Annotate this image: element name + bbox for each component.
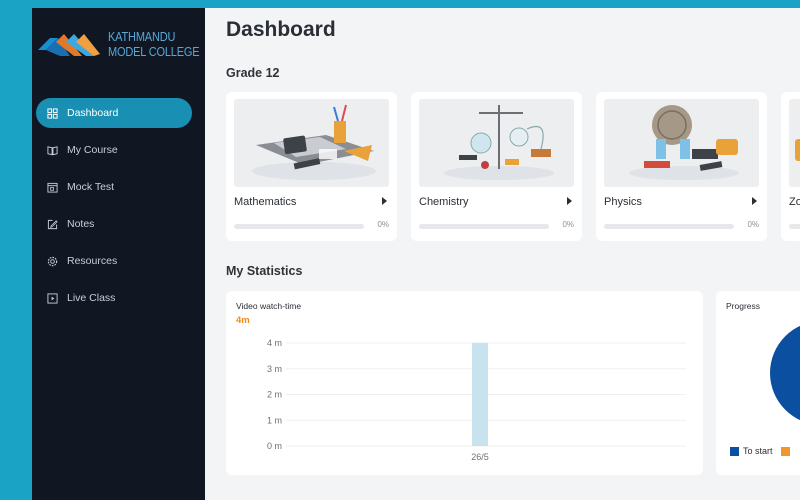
- main-content: Dashboard Grade 12 Mathematics 0% Chemis…: [205, 8, 800, 500]
- progress-pie-chart: [770, 325, 800, 421]
- bar[interactable]: [472, 343, 488, 446]
- sidebar-item-label: Dashboard: [67, 107, 119, 119]
- course-list: Mathematics 0% Chemistry 0% Physics 0% Z…: [226, 92, 800, 241]
- legend-item-to-start: To start: [730, 446, 773, 456]
- sidebar-item-label: Notes: [67, 218, 95, 230]
- sidebar-item-my-course[interactable]: My Course: [36, 135, 192, 165]
- course-illustration-chemistry: [419, 99, 574, 187]
- college-logo[interactable]: KATHMANDU MODEL COLLEGE: [36, 28, 201, 66]
- y-tick-label: 0 m: [267, 441, 282, 451]
- course-illustration-physics: [604, 99, 759, 187]
- legend-item-second: [780, 446, 794, 456]
- sidebar: KATHMANDU MODEL COLLEGE Dashboard My Cou…: [32, 8, 205, 500]
- watch-time-chart: 0 m 1 m 2 m 3 m 4 m 26/5: [267, 338, 686, 462]
- sidebar-item-label: Mock Test: [67, 181, 115, 193]
- edit-icon: [46, 218, 58, 230]
- college-name-line2: MODEL COLLEGE: [108, 45, 200, 59]
- course-name: Zo: [789, 196, 800, 208]
- play-square-icon: [46, 292, 58, 304]
- legend-swatch: [730, 446, 739, 456]
- y-tick-label: 2 m: [267, 390, 282, 400]
- course-progress-percent: 0%: [747, 220, 759, 229]
- course-name: Physics: [604, 196, 642, 208]
- course-name: Chemistry: [419, 196, 469, 208]
- sidebar-item-dashboard[interactable]: Dashboard: [36, 98, 192, 128]
- sidebar-nav: Dashboard My Course Mock Test Notes Reso…: [36, 98, 192, 320]
- x-tick-label: 26/5: [471, 452, 489, 462]
- course-illustration-mathematics: [234, 99, 389, 187]
- y-tick-label: 4 m: [267, 338, 282, 348]
- progress-card: Progress To start: [716, 291, 800, 475]
- course-name: Mathematics: [234, 196, 297, 208]
- book-open-icon: [46, 144, 58, 156]
- caret-right-icon[interactable]: [382, 197, 387, 205]
- page-title: Dashboard: [226, 18, 336, 41]
- y-tick-label: 1 m: [267, 415, 282, 425]
- sidebar-item-mock-test[interactable]: Mock Test: [36, 172, 192, 202]
- course-card-mathematics[interactable]: Mathematics 0%: [226, 92, 397, 241]
- caret-right-icon[interactable]: [752, 197, 757, 205]
- course-progress-bar: [234, 224, 364, 229]
- sidebar-item-resources[interactable]: Resources: [36, 246, 192, 276]
- progress-legend: To start: [730, 446, 800, 456]
- sidebar-item-label: My Course: [67, 144, 118, 156]
- course-illustration-zoology: [789, 99, 800, 187]
- app-window: KATHMANDU MODEL COLLEGE Dashboard My Cou…: [32, 8, 800, 500]
- course-progress-bar: [604, 224, 734, 229]
- caret-right-icon[interactable]: [567, 197, 572, 205]
- college-name-line1: KATHMANDU: [108, 30, 176, 44]
- y-tick-label: 3 m: [267, 364, 282, 374]
- course-progress-bar: [419, 224, 549, 229]
- pie-slice-to-start: [770, 325, 800, 421]
- logo-mark-icon: [38, 34, 100, 56]
- grade-title: Grade 12: [226, 66, 280, 80]
- legend-swatch: [780, 446, 790, 456]
- course-card-chemistry[interactable]: Chemistry 0%: [411, 92, 582, 241]
- course-progress-percent: 0%: [377, 220, 389, 229]
- course-card-zoology[interactable]: Zo: [781, 92, 800, 241]
- statistics-title: My Statistics: [226, 264, 303, 278]
- course-card-physics[interactable]: Physics 0%: [596, 92, 767, 241]
- college-name: KATHMANDU MODEL COLLEGE: [108, 30, 200, 60]
- sidebar-item-label: Resources: [67, 255, 118, 267]
- calendar-icon: [46, 181, 58, 193]
- course-progress-bar: [789, 224, 800, 229]
- sidebar-item-label: Live Class: [67, 292, 116, 304]
- sidebar-item-live-class[interactable]: Live Class: [36, 283, 192, 313]
- sidebar-item-notes[interactable]: Notes: [36, 209, 192, 239]
- progress-label: Progress: [726, 301, 761, 311]
- watch-time-label: Video watch-time: [236, 301, 302, 311]
- watch-time-value: 4m: [236, 315, 250, 326]
- grid-icon: [46, 107, 58, 119]
- cog-icon: [46, 255, 58, 267]
- watch-time-card: 0 m 1 m 2 m 3 m 4 m 26/5 Video watch-time 4m: [226, 291, 703, 475]
- legend-label: To start: [743, 446, 773, 456]
- course-progress-percent: 0%: [562, 220, 574, 229]
